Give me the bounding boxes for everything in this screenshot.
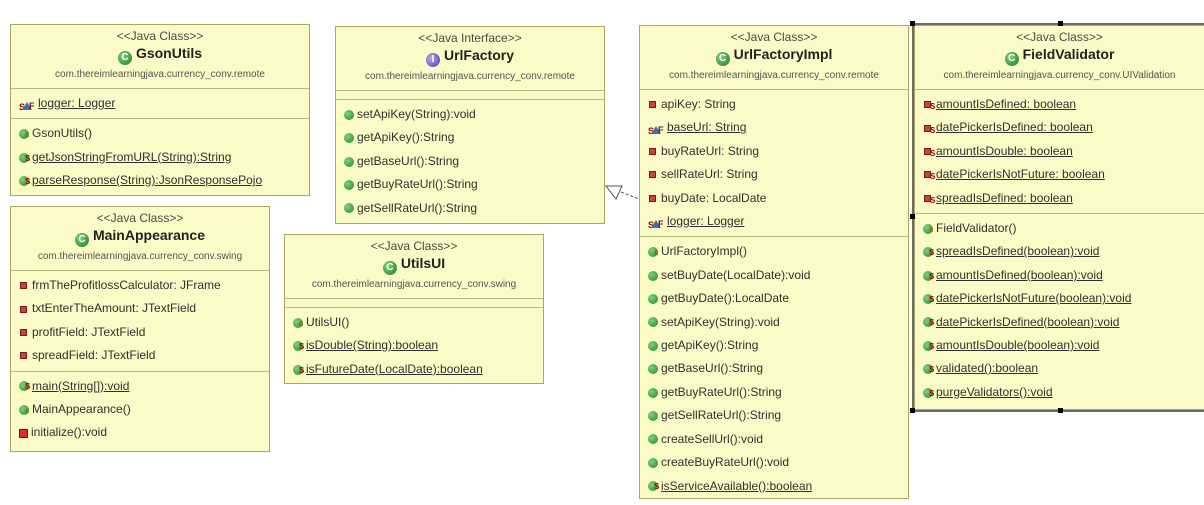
realization-line[interactable] — [620, 191, 640, 200]
realization-arrowhead — [604, 185, 623, 200]
relation-svg — [604, 185, 640, 200]
